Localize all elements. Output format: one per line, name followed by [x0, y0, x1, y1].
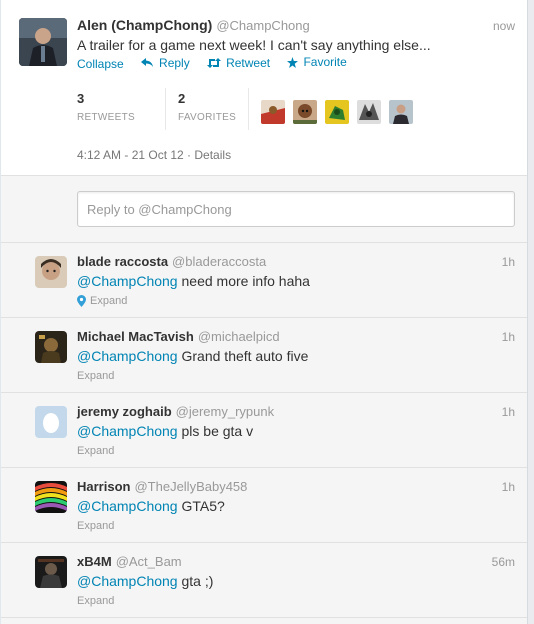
reply-tweet[interactable]: Harrison @TheJellyBaby458 1h @ChampChong …: [1, 468, 527, 543]
author-handle[interactable]: @Act_Bam: [116, 554, 182, 569]
tweet-text: @ChampChong GTA5?: [77, 498, 225, 514]
author-handle[interactable]: @michaelpicd: [198, 329, 280, 344]
engager-avatars: [261, 94, 414, 130]
avatar[interactable]: [35, 406, 67, 438]
tweet-text: @ChampChong Grand theft auto five: [77, 348, 308, 364]
tweet-time[interactable]: 56m: [492, 555, 515, 569]
author-line: Michael MacTavish @michaelpicd: [77, 329, 280, 344]
expand-link[interactable]: Expand: [77, 370, 114, 382]
tweet-time[interactable]: now: [493, 19, 515, 33]
author-line: jeremy zoghaib @jeremy_rypunk: [77, 404, 274, 419]
retweets-label: RETWEETS: [77, 112, 135, 123]
mention-link[interactable]: @ChampChong: [77, 573, 178, 589]
tweet-time[interactable]: 1h: [502, 255, 515, 269]
avatar[interactable]: [35, 556, 67, 588]
reply-placeholder: Reply to @ChampChong: [87, 202, 232, 217]
expanded-tweet: Alen (ChampChong) @ChampChong now A trail…: [1, 0, 527, 176]
location-pin-icon: [77, 295, 86, 307]
avatar[interactable]: [293, 100, 318, 124]
tweet-actions: Collapse Reply Retweet Favorite: [77, 55, 361, 71]
expand-label: Expand: [77, 595, 115, 607]
reply-label: Reply: [159, 55, 190, 70]
favorites-label: FAVORITES: [177, 112, 237, 123]
expand-label: Expand: [77, 445, 115, 457]
reply-tweet[interactable]: Michael MacTavish @michaelpicd 1h @ChampC…: [1, 318, 527, 393]
avatar[interactable]: [389, 100, 414, 124]
tweet-body: Grand theft auto five: [177, 348, 309, 364]
tweet-time[interactable]: 1h: [502, 480, 515, 494]
collapse-label: Collapse: [77, 56, 124, 71]
expand-link[interactable]: Expand: [77, 520, 114, 532]
favorite-button[interactable]: Favorite: [287, 55, 347, 69]
author-line: Alen (ChampChong) @ChampChong: [77, 17, 310, 33]
expand-link[interactable]: Expand: [77, 295, 127, 307]
author-line: Harrison @TheJellyBaby458: [77, 479, 247, 494]
expand-link[interactable]: Expand: [77, 595, 114, 607]
tweet-body: pls be gta v: [177, 423, 254, 439]
tweet-text: @ChampChong gta ;): [77, 573, 213, 589]
avatar[interactable]: [261, 100, 286, 124]
tweet-text: A trailer for a game next week! I can't …: [77, 37, 431, 53]
retweet-button[interactable]: Retweet: [207, 56, 270, 70]
avatar[interactable]: [19, 18, 67, 66]
reply-button[interactable]: Reply: [141, 56, 190, 70]
mention-link[interactable]: @ChampChong: [77, 348, 178, 364]
avatar[interactable]: [325, 100, 350, 124]
mention-link[interactable]: @ChampChong: [77, 498, 178, 514]
author-handle[interactable]: @bladeraccosta: [172, 254, 266, 269]
author-line: xB4M @Act_Bam: [77, 554, 182, 569]
avatar[interactable]: [35, 331, 67, 363]
author-name[interactable]: Harrison: [77, 479, 130, 494]
avatar[interactable]: [35, 481, 67, 513]
mention-link[interactable]: @ChampChong: [77, 273, 178, 289]
conversation-panel: Alen (ChampChong) @ChampChong now A trail…: [0, 0, 528, 624]
tweet-text: @ChampChong pls be gta v: [77, 423, 253, 439]
mention-link[interactable]: @ChampChong: [77, 423, 178, 439]
tweet-text: @ChampChong need more info haha: [77, 273, 310, 289]
retweets-count: 3: [77, 91, 85, 106]
reply-tweet[interactable]: blade raccosta @bladeraccosta 1h @ChampCh…: [1, 243, 527, 318]
author-handle[interactable]: @TheJellyBaby458: [134, 479, 247, 494]
reply-area: Reply to @ChampChong: [1, 176, 527, 243]
reply-tweet[interactable]: jeremy zoghaib @jeremy_rypunk 1h @ChampCh…: [1, 393, 527, 468]
reply-icon: [141, 57, 154, 67]
expand-label: Expand: [77, 370, 115, 382]
tweet-body: gta ;): [177, 573, 214, 589]
star-icon: [287, 56, 299, 68]
tweet-details[interactable]: 4:12 AM - 21 Oct 12 · Details: [77, 148, 231, 162]
tweet-time[interactable]: 1h: [502, 330, 515, 344]
tweet-body: need more info haha: [177, 273, 310, 289]
author-name[interactable]: Michael MacTavish: [77, 329, 194, 344]
avatar[interactable]: [357, 100, 382, 124]
expand-label: Expand: [77, 520, 115, 532]
reply-tweet[interactable]: xB4M @Act_Bam 56m @ChampChong gta ;) Expa…: [1, 543, 527, 618]
favorite-label: Favorite: [303, 55, 347, 69]
collapse-button[interactable]: Collapse: [77, 57, 124, 71]
author-name[interactable]: Alen (ChampChong): [77, 17, 212, 33]
retweets-stat[interactable]: 3 RETWEETS: [77, 88, 166, 130]
tweet-body: GTA5?: [177, 498, 225, 514]
retweet-icon: [207, 57, 222, 68]
author-handle[interactable]: @ChampChong: [216, 18, 309, 33]
avatar[interactable]: [35, 256, 67, 288]
tweet-time[interactable]: 1h: [502, 405, 515, 419]
tweet-stats: 3 RETWEETS 2 FAVORITES: [77, 88, 414, 130]
expand-link[interactable]: Expand: [77, 445, 114, 457]
retweet-label: Retweet: [226, 55, 271, 70]
expand-label: Expand: [90, 295, 128, 307]
favorites-stat[interactable]: 2 FAVORITES: [177, 88, 250, 130]
favorites-count: 2: [177, 91, 186, 106]
author-name[interactable]: blade raccosta: [77, 254, 168, 269]
author-name[interactable]: xB4M: [77, 554, 112, 569]
author-name[interactable]: jeremy zoghaib: [77, 404, 172, 419]
author-line: blade raccosta @bladeraccosta: [77, 254, 266, 269]
reply-input[interactable]: Reply to @ChampChong: [77, 191, 515, 227]
author-handle[interactable]: @jeremy_rypunk: [176, 404, 274, 419]
